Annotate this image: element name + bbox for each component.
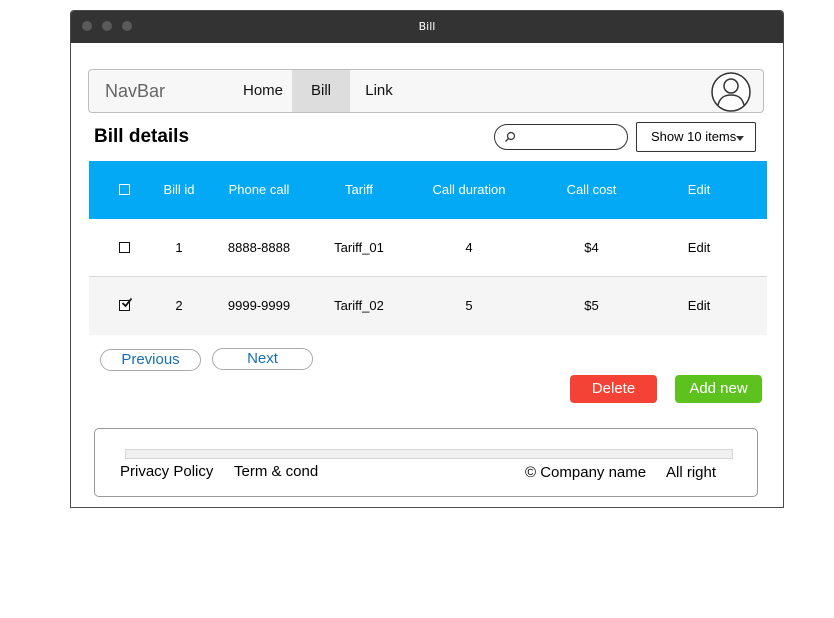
tariff-cell: Tariff_01 bbox=[334, 240, 384, 255]
nav-link-link[interactable]: Link bbox=[350, 70, 408, 112]
edit-link[interactable]: Edit bbox=[669, 219, 729, 277]
table-header: Bill id Phone call Tariff Call duration … bbox=[89, 161, 767, 219]
nav-link-bill[interactable]: Bill bbox=[292, 70, 350, 112]
edit-link[interactable]: Edit bbox=[669, 277, 729, 335]
terms-link[interactable]: Term & cond bbox=[234, 463, 318, 480]
window-title: Bill bbox=[418, 20, 436, 33]
add-new-button[interactable]: Add new bbox=[675, 375, 762, 403]
call-cost-cell: $4 bbox=[584, 240, 599, 255]
privacy-policy-link[interactable]: Privacy Policy bbox=[120, 463, 213, 480]
column-header: Phone call bbox=[228, 182, 290, 197]
bill-id-cell: 1 bbox=[175, 240, 183, 255]
column-header: Edit bbox=[687, 182, 711, 197]
navbar-brand[interactable]: NavBar bbox=[105, 81, 165, 102]
nav-link-home[interactable]: Home bbox=[234, 70, 292, 112]
call-duration-cell: 5 bbox=[465, 298, 473, 313]
column-header: Bill id bbox=[163, 182, 195, 197]
app-window: Bill NavBar Home Bill Link Bill details … bbox=[70, 10, 784, 508]
company-name-text: © Company name bbox=[525, 464, 647, 481]
user-circle-icon[interactable] bbox=[711, 72, 751, 112]
next-button[interactable]: Next bbox=[212, 348, 313, 370]
footer: Privacy Policy Term & cond © Company nam… bbox=[94, 428, 758, 497]
bill-id-cell: 2 bbox=[175, 298, 183, 313]
search-input[interactable] bbox=[494, 124, 628, 150]
page-title: Bill details bbox=[94, 126, 190, 147]
previous-button[interactable]: Previous bbox=[100, 349, 201, 371]
bill-table: Bill id Phone call Tariff Call duration … bbox=[89, 161, 767, 335]
call-duration-cell: 4 bbox=[465, 240, 473, 255]
page-size-selected: Show 10 items bbox=[651, 129, 737, 144]
chevron-down-icon bbox=[736, 136, 744, 141]
title-bar: Bill bbox=[71, 11, 783, 43]
call-cost-cell: $5 bbox=[584, 298, 599, 313]
phone-call-cell: 9999-9999 bbox=[227, 298, 291, 313]
delete-button[interactable]: Delete bbox=[570, 375, 657, 403]
page-size-select[interactable]: Show 10 items bbox=[636, 122, 756, 152]
checkmark-icon bbox=[121, 297, 133, 308]
row-checkbox[interactable] bbox=[119, 242, 130, 253]
row-checkbox-checked[interactable] bbox=[119, 297, 133, 311]
select-all-checkbox[interactable] bbox=[119, 184, 130, 195]
search-icon bbox=[505, 131, 516, 142]
column-header: Call duration bbox=[432, 182, 506, 197]
phone-call-cell: 8888-8888 bbox=[227, 240, 291, 255]
tariff-cell: Tariff_02 bbox=[334, 298, 384, 313]
table-row: 2 9999-9999 Tariff_02 5 $5 Edit bbox=[89, 277, 767, 335]
navbar: NavBar Home Bill Link bbox=[88, 69, 764, 113]
rights-text: All right bbox=[666, 464, 717, 481]
table-row: 1 8888-8888 Tariff_01 4 $4 Edit bbox=[89, 219, 767, 277]
footer-divider-bar bbox=[125, 449, 733, 459]
column-header: Tariff bbox=[345, 182, 373, 197]
column-header: Call cost bbox=[566, 182, 617, 197]
